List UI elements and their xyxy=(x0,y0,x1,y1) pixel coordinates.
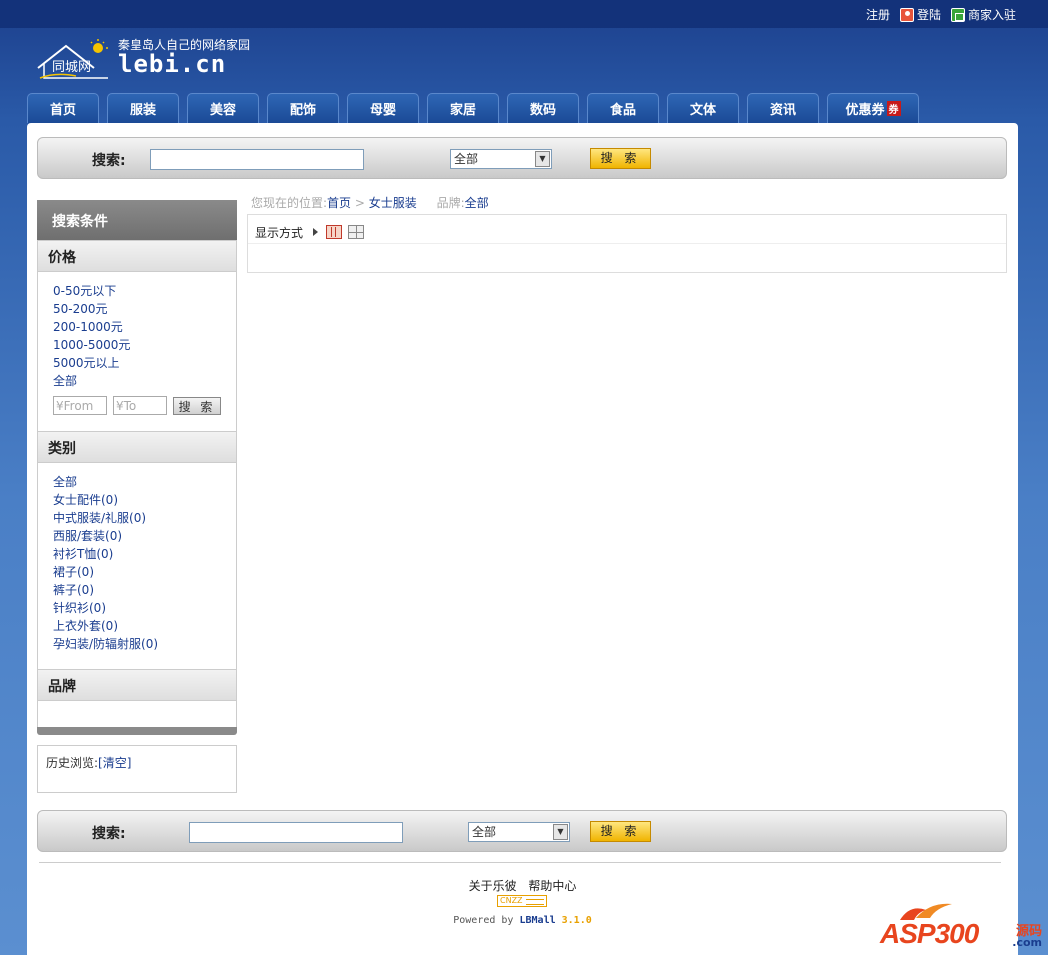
price-search-button[interactable]: 搜 索 xyxy=(173,396,221,415)
price-from-input[interactable] xyxy=(53,396,107,415)
price-to-input[interactable] xyxy=(113,396,167,415)
footer-link-about[interactable]: 关于乐彼 xyxy=(469,879,517,893)
search-button[interactable]: 搜 索 xyxy=(590,148,651,169)
search-label: 搜索: xyxy=(92,153,126,169)
nav-item-coupons[interactable]: 优惠券 券 xyxy=(827,93,919,123)
site-logo[interactable]: 同城网 秦皇岛人自己的网络家园 lebi.cn xyxy=(36,34,266,84)
cnzz-badge[interactable]: CNZZ xyxy=(497,895,547,907)
grid-view-icon[interactable] xyxy=(348,225,365,239)
nav-item-sports[interactable]: 文体 xyxy=(667,93,739,123)
display-mode-row: 显示方式 xyxy=(248,215,1006,244)
sidebar-footer-bar xyxy=(37,727,237,735)
footer-link-help[interactable]: 帮助中心 xyxy=(528,879,576,893)
breadcrumb-current[interactable]: 女士服装 xyxy=(369,196,417,210)
category-title: 类别 xyxy=(38,431,236,463)
nav-item-baby[interactable]: 母婴 xyxy=(347,93,419,123)
chevron-down-icon: ▼ xyxy=(535,151,550,167)
category-option[interactable]: 西服/套装(0) xyxy=(53,529,122,543)
powered-by-brand[interactable]: LBMall xyxy=(519,915,555,926)
category-option[interactable]: 全部 xyxy=(53,475,77,489)
breadcrumb-brand-value[interactable]: 全部 xyxy=(465,196,489,210)
bottom-search-bar: 搜索: 全部 ▼ 搜 索 xyxy=(37,810,1007,852)
category-select-value: 全部 xyxy=(454,152,479,166)
price-option[interactable]: 1000-5000元 xyxy=(53,338,130,352)
top-bar: 注册 登陆 商家入驻 xyxy=(0,0,1048,28)
footer-divider xyxy=(39,862,1001,863)
price-option[interactable]: 50-200元 xyxy=(53,302,108,316)
display-mode-label: 显示方式 xyxy=(255,225,304,240)
search-label: 搜索: xyxy=(92,826,126,842)
breadcrumb-home[interactable]: 首页 xyxy=(327,196,351,210)
category-list: 全部 女士配件(0) 中式服装/礼服(0) 西服/套装(0) 衬衫T恤(0) 裙… xyxy=(38,463,236,669)
nav-coupons-label: 优惠券 xyxy=(845,103,885,118)
nav-item-news[interactable]: 资讯 xyxy=(747,93,819,123)
merchant-link[interactable]: 商家入驻 xyxy=(950,6,1016,23)
top-links: 注册 登陆 商家入驻 xyxy=(866,6,1016,23)
sidebar-filters: 价格 0-50元以下 50-200元 200-1000元 1000-5000元 … xyxy=(37,240,237,727)
category-select[interactable]: 全部 ▼ xyxy=(450,149,552,169)
search-input[interactable] xyxy=(189,822,403,843)
user-icon xyxy=(899,7,914,22)
powered-by-version: 3.1.0 xyxy=(561,915,592,926)
price-option[interactable]: 0-50元以下 xyxy=(53,284,116,298)
price-option[interactable]: 200-1000元 xyxy=(53,320,123,334)
nav-item-accessories[interactable]: 配饰 xyxy=(267,93,339,123)
brand-title: 品牌 xyxy=(38,669,236,701)
product-list-box: 显示方式 xyxy=(247,214,1007,273)
price-option[interactable]: 全部 xyxy=(53,374,77,388)
price-title: 价格 xyxy=(38,240,236,272)
sidebar: 搜索条件 价格 0-50元以下 50-200元 200-1000元 1000-5… xyxy=(37,200,237,793)
breadcrumb-separator: > xyxy=(354,196,365,210)
category-option[interactable]: 裤子(0) xyxy=(53,583,94,597)
nav-item-beauty[interactable]: 美容 xyxy=(187,93,259,123)
top-search-bar: 搜索: 全部 ▼ 搜 索 xyxy=(37,137,1007,179)
nav-item-home-living[interactable]: 家居 xyxy=(427,93,499,123)
category-option[interactable]: 女士配件(0) xyxy=(53,493,118,507)
nav-item-food[interactable]: 食品 xyxy=(587,93,659,123)
category-select-value: 全部 xyxy=(472,825,497,839)
watermark-domain: .com xyxy=(1012,936,1042,949)
price-range-inputs: 搜 索 xyxy=(53,396,236,423)
price-option[interactable]: 5000元以上 xyxy=(53,356,120,370)
watermark-text: ASP300 xyxy=(880,918,979,949)
list-view-icon[interactable] xyxy=(326,225,343,239)
category-select[interactable]: 全部 ▼ xyxy=(468,822,570,842)
category-option[interactable]: 孕妇装/防辐射服(0) xyxy=(53,637,158,651)
breadcrumb-brand-label: 品牌: xyxy=(436,196,465,210)
register-link[interactable]: 注册 xyxy=(866,6,890,23)
powered-by: Powered by LBMall 3.1.0 xyxy=(27,915,1018,926)
nav-item-clothing[interactable]: 服装 xyxy=(107,93,179,123)
logo-city-text: 同城网 xyxy=(52,60,92,75)
powered-by-text: Powered by xyxy=(453,915,514,926)
history-label: 历史浏览: xyxy=(46,756,99,770)
footer-links: 关于乐彼 帮助中心 xyxy=(27,877,1018,894)
price-list: 0-50元以下 50-200元 200-1000元 1000-5000元 500… xyxy=(38,272,236,431)
shop-icon xyxy=(950,7,965,22)
login-link[interactable]: 登陆 xyxy=(899,6,941,23)
coupon-badge: 券 xyxy=(886,101,901,116)
breadcrumb: 您现在的位置:首页 > 女士服装 品牌:全部 xyxy=(251,194,489,211)
caret-right-icon xyxy=(313,228,319,236)
breadcrumb-prefix: 您现在的位置: xyxy=(251,196,328,210)
brand-list xyxy=(38,701,236,727)
sidebar-header: 搜索条件 xyxy=(37,200,237,240)
merchant-label: 商家入驻 xyxy=(967,8,1016,22)
search-input[interactable] xyxy=(150,149,364,170)
main-nav: 首页 服装 美容 配饰 母婴 家居 数码 食品 文体 资讯 优惠券 券 xyxy=(27,93,919,123)
category-option[interactable]: 上衣外套(0) xyxy=(53,619,118,633)
logo-domain: lebi.cn xyxy=(118,50,227,78)
nav-item-home[interactable]: 首页 xyxy=(27,93,99,123)
clear-history-link[interactable]: [清空] xyxy=(98,756,131,770)
asp300-watermark: ASP300 源码 .com xyxy=(876,900,1046,955)
category-option[interactable]: 中式服装/礼服(0) xyxy=(53,511,146,525)
category-option[interactable]: 衬衫T恤(0) xyxy=(53,547,113,561)
search-button[interactable]: 搜 索 xyxy=(590,821,651,842)
login-label: 登陆 xyxy=(916,8,941,22)
main-panel: 搜索: 全部 ▼ 搜 索 搜索条件 价格 0-50元以下 50-200元 200… xyxy=(27,123,1018,955)
category-option[interactable]: 针织衫(0) xyxy=(53,601,106,615)
nav-item-digital[interactable]: 数码 xyxy=(507,93,579,123)
history-box: 历史浏览:[清空] xyxy=(37,745,237,793)
category-option[interactable]: 裙子(0) xyxy=(53,565,94,579)
chevron-down-icon: ▼ xyxy=(553,824,568,840)
